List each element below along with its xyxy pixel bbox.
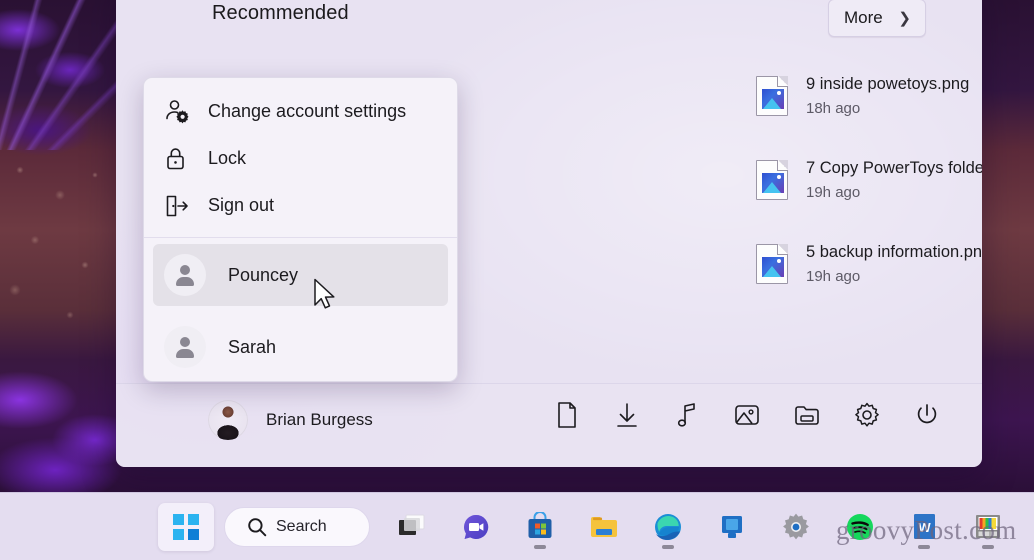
windows-logo-icon xyxy=(173,514,199,540)
menu-item-label: Change account settings xyxy=(208,101,406,122)
power-icon[interactable] xyxy=(912,400,942,430)
chat-icon xyxy=(461,512,491,542)
page-title: Recommended xyxy=(212,2,349,25)
word-icon: W xyxy=(910,512,938,542)
recommended-list: 9 inside powetoys.png 18h ago 7 Copy Pow… xyxy=(756,68,982,320)
person-avatar-icon xyxy=(164,254,206,296)
running-indicator xyxy=(662,545,674,549)
search-icon xyxy=(247,517,267,537)
sign-out-icon xyxy=(164,193,208,219)
running-indicator xyxy=(982,545,994,549)
divider xyxy=(144,237,457,238)
taskbar-app-task-view[interactable] xyxy=(384,503,440,551)
account-flyout-menu: Change account settings Lock Sign out Po… xyxy=(143,77,458,382)
running-indicator xyxy=(918,545,930,549)
taskbar-app-photo-viewer[interactable] xyxy=(960,503,1016,551)
more-button-label: More xyxy=(844,8,883,28)
recommended-header: Recommended More ❯ xyxy=(116,0,982,52)
avatar xyxy=(208,400,248,440)
user-name-label: Pouncey xyxy=(228,265,298,286)
file-time: 19h ago xyxy=(806,183,982,203)
search-input[interactable]: Search xyxy=(224,507,370,547)
menu-item-lock[interactable]: Lock xyxy=(144,135,457,182)
music-note-icon[interactable] xyxy=(672,400,702,430)
list-item[interactable]: 9 inside powetoys.png 18h ago xyxy=(756,68,982,124)
png-file-icon xyxy=(756,244,788,284)
settings-gear-icon xyxy=(781,512,811,542)
taskbar: Search xyxy=(0,492,1034,560)
microsoft-store-icon xyxy=(525,512,555,542)
menu-item-user-pouncey[interactable]: Pouncey xyxy=(153,244,448,306)
taskbar-app-remote-desktop[interactable] xyxy=(704,503,760,551)
video-folder-icon[interactable] xyxy=(792,400,822,430)
current-user-button[interactable]: Brian Burgess xyxy=(208,400,373,440)
menu-item-label: Sign out xyxy=(208,195,274,216)
picture-icon[interactable] xyxy=(732,400,762,430)
list-item[interactable]: 5 backup information.png 19h ago xyxy=(756,236,982,292)
file-name: 9 inside powetoys.png xyxy=(806,73,969,95)
more-button[interactable]: More ❯ xyxy=(828,0,926,37)
png-file-icon xyxy=(756,76,788,116)
taskbar-app-spotify[interactable] xyxy=(832,503,888,551)
lock-icon xyxy=(164,146,208,172)
svg-text:W: W xyxy=(918,520,931,535)
current-user-name: Brian Burgess xyxy=(266,410,373,430)
spotify-icon xyxy=(845,512,875,542)
taskbar-app-chat[interactable] xyxy=(448,503,504,551)
taskbar-app-word[interactable]: W xyxy=(896,503,952,551)
menu-item-sign-out[interactable]: Sign out xyxy=(144,182,457,229)
chevron-right-icon: ❯ xyxy=(898,11,911,26)
document-icon[interactable] xyxy=(552,400,582,430)
task-view-icon xyxy=(397,513,427,541)
edge-icon xyxy=(653,512,683,542)
search-label: Search xyxy=(276,518,327,536)
running-indicator xyxy=(534,545,546,549)
photos-app-icon xyxy=(973,513,1003,541)
file-name: 7 Copy PowerToys folder.png xyxy=(806,157,982,179)
person-avatar-icon xyxy=(164,326,206,368)
arrow-cursor xyxy=(313,278,339,312)
start-menu-bottom-bar: Brian Burgess xyxy=(116,383,982,467)
file-name: 5 backup information.png xyxy=(806,241,982,263)
taskbar-app-settings[interactable] xyxy=(768,503,824,551)
account-settings-icon xyxy=(164,99,208,125)
taskbar-app-microsoft-store[interactable] xyxy=(512,503,568,551)
user-name-label: Sarah xyxy=(228,337,276,358)
file-time: 19h ago xyxy=(806,267,982,287)
taskbar-app-microsoft-edge[interactable] xyxy=(640,503,696,551)
taskbar-app-file-explorer-yellow[interactable] xyxy=(576,503,632,551)
gear-icon[interactable] xyxy=(852,400,882,430)
file-explorer-icon xyxy=(589,513,619,541)
start-button[interactable] xyxy=(158,503,214,551)
menu-item-label: Lock xyxy=(208,148,246,169)
menu-item-user-sarah[interactable]: Sarah xyxy=(153,316,448,378)
download-icon[interactable] xyxy=(612,400,642,430)
remote-desktop-icon xyxy=(717,513,747,541)
file-time: 18h ago xyxy=(806,99,969,119)
menu-item-change-account-settings[interactable]: Change account settings xyxy=(144,88,457,135)
png-file-icon xyxy=(756,160,788,200)
list-item[interactable]: 7 Copy PowerToys folder.png 19h ago xyxy=(756,152,982,208)
quick-links xyxy=(552,400,942,430)
